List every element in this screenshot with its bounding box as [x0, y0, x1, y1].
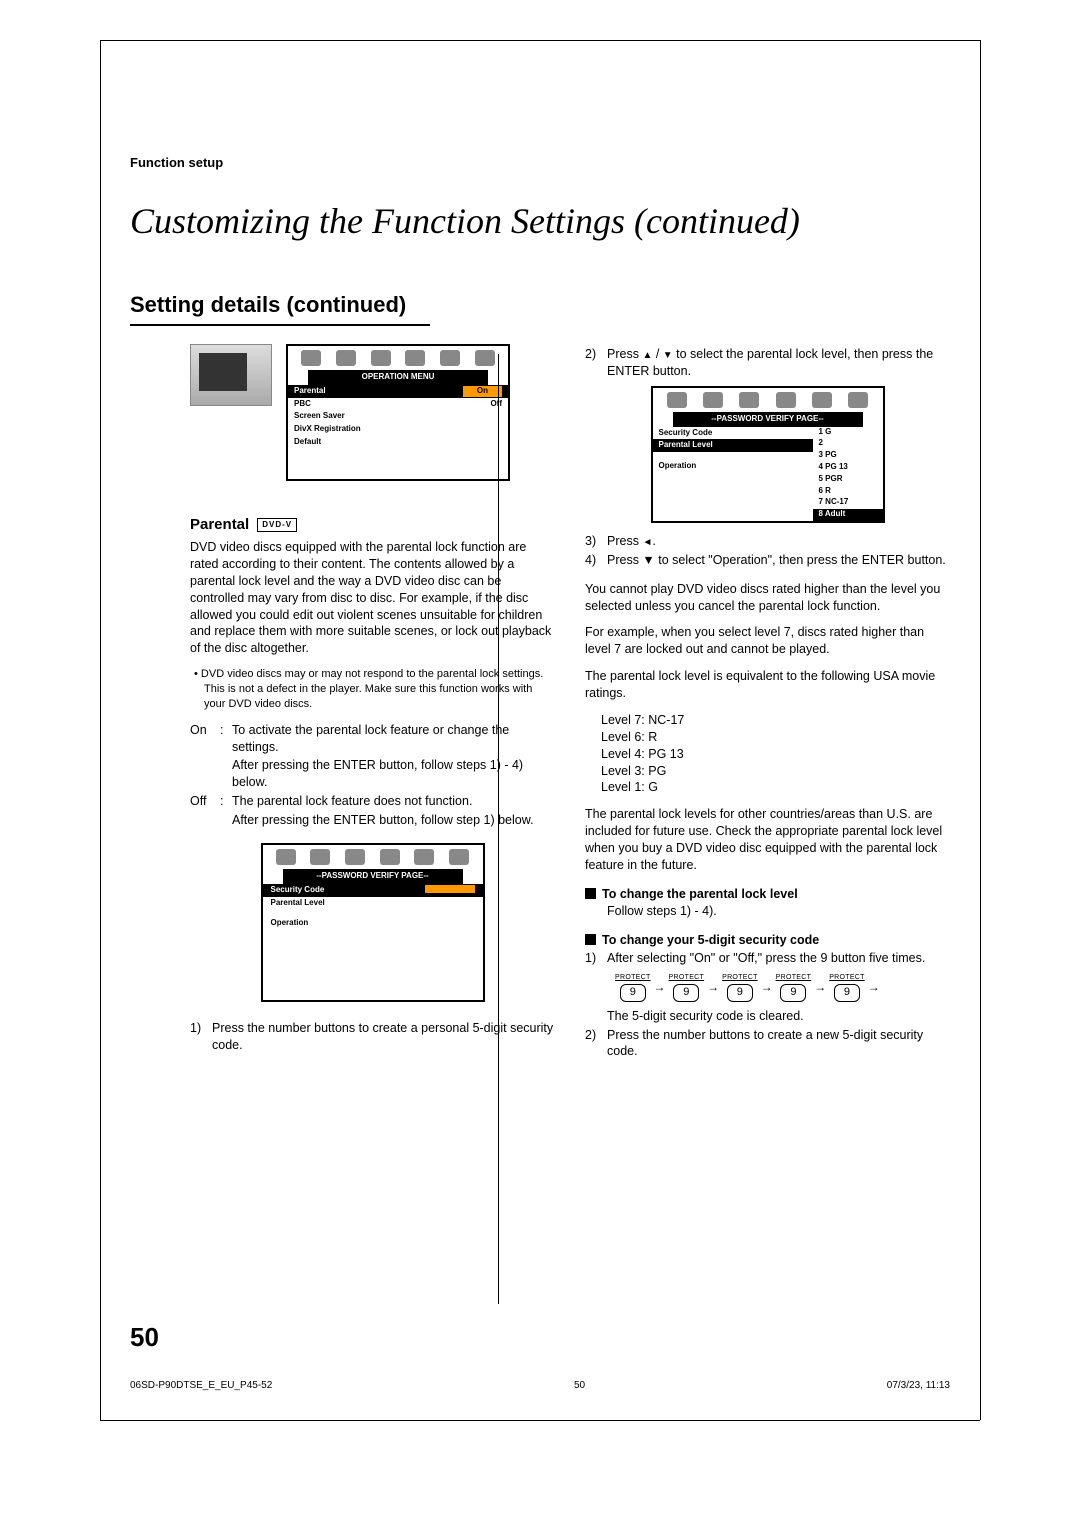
rating-5: 5 PGR: [813, 474, 883, 486]
password-verify-box-2: --PASSWORD VERIFY PAGE-- Security Code P…: [651, 386, 885, 523]
arrow-right-icon: →: [868, 979, 880, 995]
parental-section-title: Parental DVD-V: [190, 515, 555, 535]
operation-menu-title: OPERATION MENU: [308, 370, 488, 385]
parental-description: DVD video discs equipped with the parent…: [190, 539, 555, 657]
arrow-right-icon: →: [814, 979, 826, 995]
menu-icon: [667, 392, 687, 408]
page-title: Customizing the Function Settings (conti…: [130, 200, 950, 242]
section-label: Function setup: [130, 155, 950, 170]
rating-6: 6 R: [813, 486, 883, 498]
down-arrow-icon: [663, 347, 673, 361]
square-bullet-icon: [585, 934, 596, 945]
pw-row-operation: Operation: [263, 917, 483, 930]
code-cleared-text: The 5-digit security code is cleared.: [607, 1008, 950, 1025]
digit-sequence: PROTECT9 → PROTECT9 → PROTECT9 → PROTECT…: [615, 973, 950, 1001]
menu-icon: [739, 392, 759, 408]
change-level-heading: To change the parental lock level: [585, 886, 950, 903]
menu-icon: [848, 392, 868, 408]
arrow-right-icon: →: [707, 979, 719, 995]
menu-icon: [440, 350, 460, 366]
menu-icon: [405, 350, 425, 366]
menu-row-pbc: PBC Off: [288, 398, 508, 411]
menu-icon: [812, 392, 832, 408]
rating-2: 2: [813, 438, 883, 450]
levels-row-parental: Parental Level: [653, 439, 813, 452]
digit-9-button: 9: [834, 984, 860, 1002]
change-code-heading: To change your 5-digit security code: [585, 932, 950, 949]
menu-icon: [449, 849, 469, 865]
digit-9-button: 9: [780, 984, 806, 1002]
menu-row-default: Default: [288, 436, 508, 449]
password-verify-box-1: --PASSWORD VERIFY PAGE-- Security Code P…: [261, 843, 485, 1002]
pw-row-parental-level: Parental Level: [263, 897, 483, 910]
menu-row-divx: DivX Registration: [288, 423, 508, 436]
right-column: 2) Press / to select the parental lock l…: [585, 344, 950, 1062]
off-definition: Off : The parental lock feature does not…: [190, 793, 555, 810]
usa-ratings-list: Level 7: NC-17 Level 6: R Level 4: PG 13…: [601, 712, 950, 796]
menu-icon: [475, 350, 495, 366]
change-code-step-1: 1) After selecting "On" or "Off," press …: [585, 950, 950, 967]
menu-icon: [345, 849, 365, 865]
subheading: Setting details (continued): [130, 292, 430, 326]
column-divider: [498, 354, 499, 1304]
menu-icon: [776, 392, 796, 408]
menu-row-screensaver: Screen Saver: [288, 410, 508, 423]
page-number: 50: [130, 1322, 159, 1353]
rating-4: 4 PG 13: [813, 462, 883, 474]
change-code-step-2: 2) Press the number buttons to create a …: [585, 1027, 950, 1061]
footer: 06SD-P90DTSE_E_EU_P45-52 50 07/3/23, 11:…: [130, 1380, 950, 1391]
digit-9-button: 9: [727, 984, 753, 1002]
levels-row-operation: Operation: [653, 460, 813, 473]
menu-icon: [371, 350, 391, 366]
off-definition-cont: After pressing the ENTER button, follow …: [232, 812, 555, 829]
security-code-field: [425, 885, 475, 893]
right-step-2: 2) Press / to select the parental lock l…: [585, 346, 950, 380]
arrow-right-icon: →: [761, 979, 773, 995]
menu-icon: [414, 849, 434, 865]
right-step-3: 3) Press .: [585, 533, 950, 550]
left-step-1: 1) Press the number buttons to create a …: [190, 1020, 555, 1054]
pw-row-security-code: Security Code: [263, 884, 483, 897]
rating-1: 1 G: [813, 427, 883, 439]
menu-icon: [380, 849, 400, 865]
menu-icon: [301, 350, 321, 366]
digit-9-button: 9: [673, 984, 699, 1002]
change-level-text: Follow steps 1) - 4).: [607, 903, 950, 920]
rating-7: 7 NC-17: [813, 497, 883, 509]
menu-icon: [310, 849, 330, 865]
footer-doc-id: 06SD-P90DTSE_E_EU_P45-52: [130, 1380, 272, 1391]
parental-note: • DVD video discs may or may not respond…: [204, 667, 555, 712]
levels-box-title: --PASSWORD VERIFY PAGE--: [673, 412, 863, 427]
menu-icon: [336, 350, 356, 366]
on-definition-cont: After pressing the ENTER button, follow …: [232, 757, 555, 791]
footer-timestamp: 07/3/23, 11:13: [887, 1380, 950, 1391]
other-countries-text: The parental lock levels for other count…: [585, 806, 950, 874]
example-text: For example, when you select level 7, di…: [585, 624, 950, 658]
rating-3: 3 PG: [813, 450, 883, 462]
menu-icon: [276, 849, 296, 865]
pw-box-title: --PASSWORD VERIFY PAGE--: [283, 869, 463, 884]
levels-row-security: Security Code: [653, 427, 813, 440]
usa-ratings-intro: The parental lock level is equivalent to…: [585, 668, 950, 702]
footer-page: 50: [574, 1380, 585, 1391]
square-bullet-icon: [585, 888, 596, 899]
on-definition: On : To activate the parental lock featu…: [190, 722, 555, 756]
menu-row-parental: Parental On: [288, 385, 508, 398]
up-arrow-icon: [642, 347, 652, 361]
digit-9-button: 9: [620, 984, 646, 1002]
dvd-v-badge: DVD-V: [257, 518, 297, 533]
rating-8: 8 Adult: [813, 509, 883, 521]
operation-menu-box: OPERATION MENU Parental On PBC Off Scree…: [286, 344, 510, 481]
right-step-4: 4) Press ▼ to select "Operation", then p…: [585, 552, 950, 569]
operation-menu-figure: OPERATION MENU Parental On PBC Off Scree…: [190, 344, 555, 481]
left-column: OPERATION MENU Parental On PBC Off Scree…: [190, 344, 555, 1062]
menu-icon: [703, 392, 723, 408]
arrow-right-icon: →: [654, 979, 666, 995]
left-arrow-icon: [642, 534, 652, 548]
cannot-play-text: You cannot play DVD video discs rated hi…: [585, 581, 950, 615]
tv-thumbnail-icon: [190, 344, 272, 406]
